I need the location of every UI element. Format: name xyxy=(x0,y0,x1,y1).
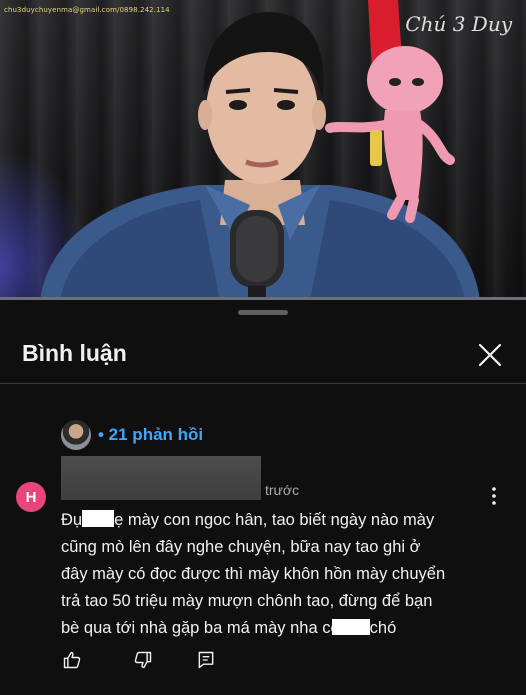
close-icon xyxy=(478,343,502,367)
close-button[interactable] xyxy=(475,340,505,370)
comment-text: Đụ ẹ mày con ngoc hân, tao biết ngày nào … xyxy=(61,507,501,642)
comment-line: bè qua tới nhà gặp ba má mày nha co chó xyxy=(61,615,501,642)
avatar[interactable] xyxy=(61,420,91,450)
channel-contact-watermark: chu3duychuyenma@gmail.com/0898.242.114 xyxy=(4,6,170,14)
redaction-block xyxy=(331,619,370,635)
more-vert-icon xyxy=(492,487,496,505)
commenter-avatar[interactable]: H xyxy=(16,482,46,512)
like-button[interactable] xyxy=(62,650,82,670)
comment-line: trả tao 50 triệu mày mượn chônh tao, đừn… xyxy=(61,592,433,610)
reply-button[interactable] xyxy=(196,650,216,670)
comments-header: Bình luận xyxy=(0,326,526,384)
thumbs-down-icon xyxy=(134,651,152,669)
dislike-button[interactable] xyxy=(133,650,153,670)
comment-line: Đụ ẹ mày con ngoc hân, tao biết ngày nào … xyxy=(61,507,501,534)
comment-line: cũng mò lên đây nghe chuyện, bữa nay tao… xyxy=(61,538,421,556)
comment-line: đây mày có đọc được thì mày khôn hồn mày… xyxy=(61,565,446,583)
comment-line-text: ẹ mày con ngoc hân, tao biết ngày nào mà… xyxy=(114,511,435,529)
more-options-button[interactable] xyxy=(484,486,504,506)
comment-line-text: Đụ xyxy=(61,511,83,529)
channel-logo-watermark: Chú 3 Duy xyxy=(405,12,512,36)
sheet-title: Bình luận xyxy=(22,340,127,366)
video-player[interactable]: chu3duychuyenma@gmail.com/0898.242.114 C… xyxy=(0,0,526,300)
comment-timestamp: trước xyxy=(265,482,300,498)
redacted-author-name xyxy=(61,456,261,500)
thumbs-up-icon xyxy=(63,651,81,669)
replies-count-link[interactable]: • 21 phản hồi xyxy=(98,425,203,445)
comment-line-text: chó xyxy=(369,619,397,637)
microphone-icon xyxy=(230,210,284,300)
comment-line-text: bè qua tới nhà gặp ba má mày nha co xyxy=(61,619,340,637)
comment-reply-icon xyxy=(198,651,214,669)
video-progress-bar[interactable] xyxy=(0,297,526,300)
sheet-drag-handle[interactable] xyxy=(238,310,288,315)
redaction-block xyxy=(82,510,115,527)
